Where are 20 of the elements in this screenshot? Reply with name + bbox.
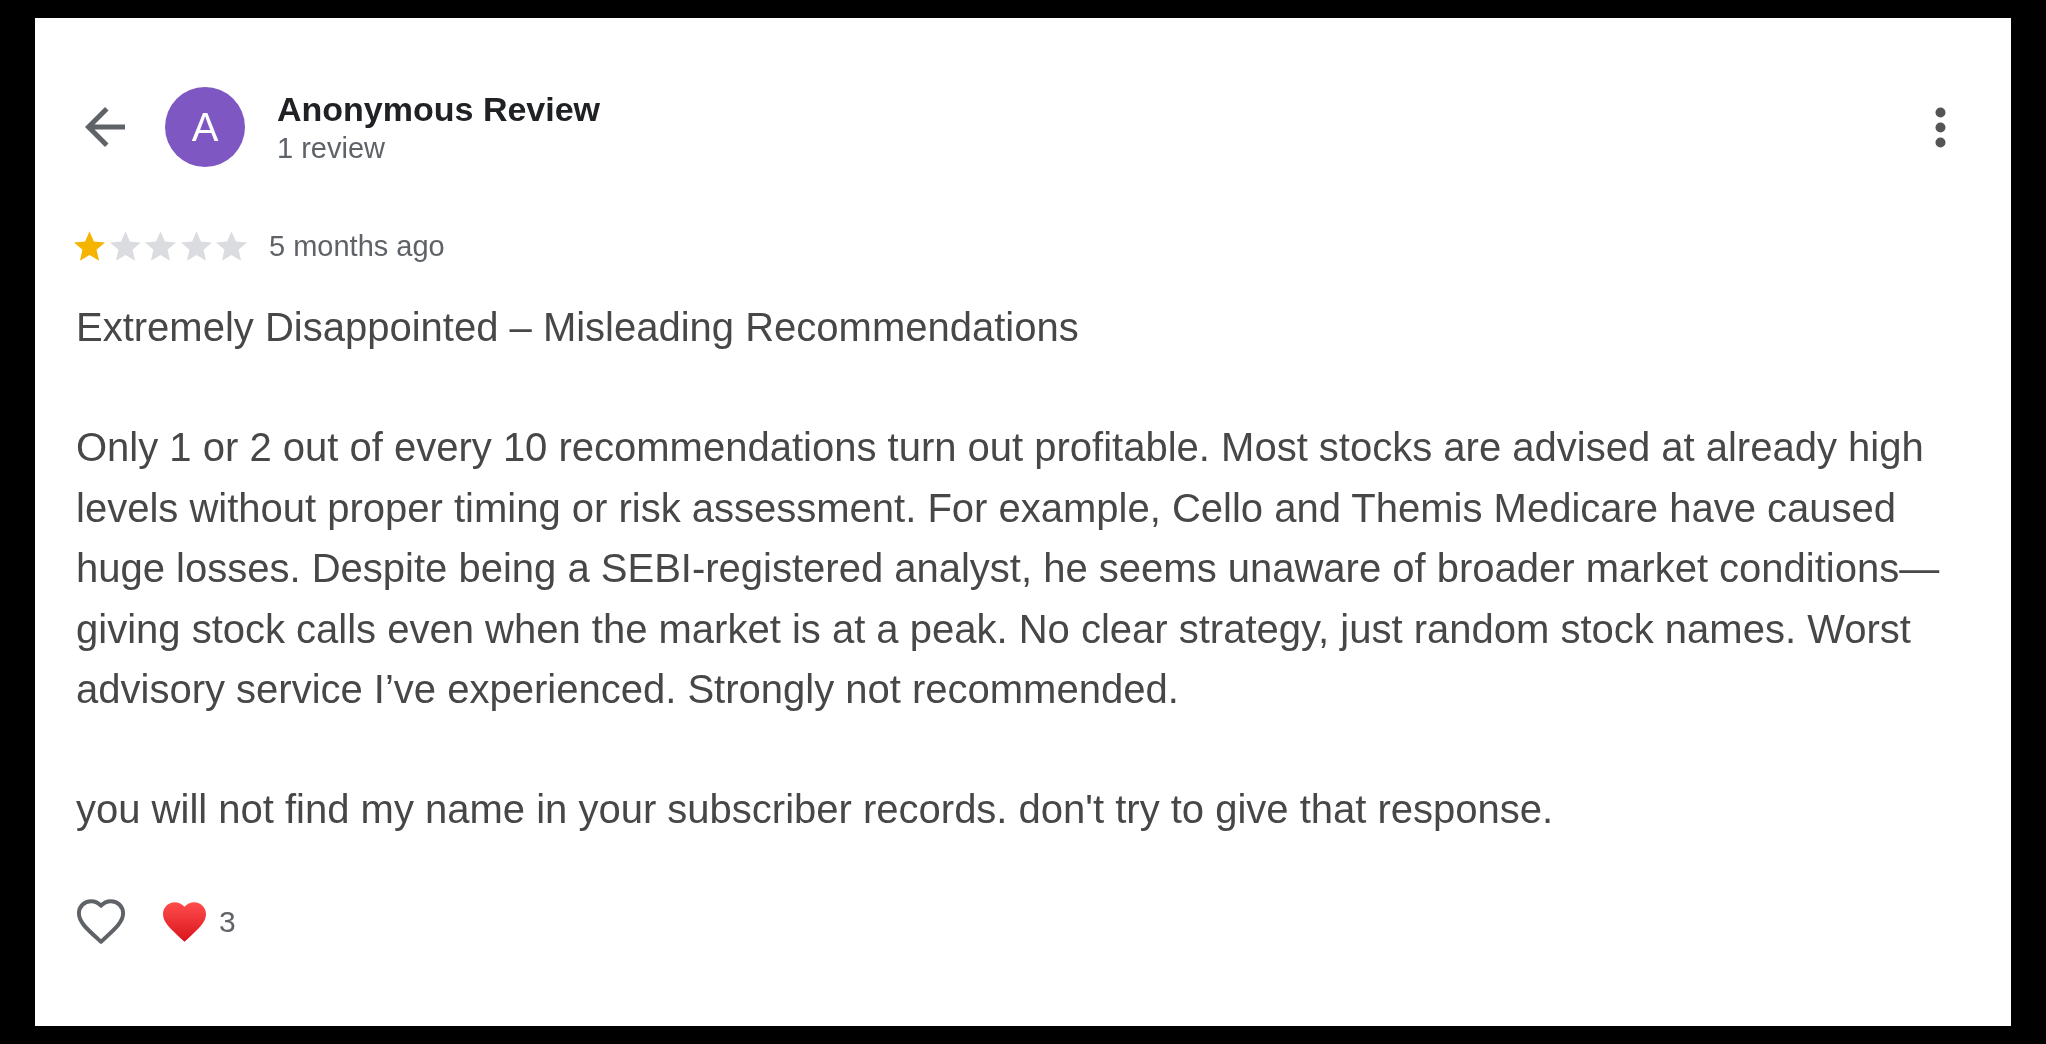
star-icon — [180, 231, 212, 261]
star-icon — [216, 231, 247, 261]
arrow-left-icon — [85, 107, 125, 147]
star-icon — [145, 231, 176, 261]
like-button[interactable] — [76, 899, 126, 945]
more-options-button[interactable] — [1935, 106, 1946, 148]
review-text: Only 1 or 2 out of every 10 recommendations turn out profitable. Most stocks are advised at already high levels without proper timing or risk assessment. For example, Cello and Themis Medicare have caused huge losses. Despite being a SEBI-registered analyst, he seems unaware of broader market conditions—giving stock calls even when the market is at a peak. No clear strategy, just random stock names. Worst advisory service I’ve experienced. Strongly not recommended. — [76, 424, 1941, 714]
star-icon — [74, 231, 105, 261]
review-text: Extremely Disappointed – Misleading Recommendations — [76, 304, 1079, 351]
back-button[interactable] — [85, 107, 125, 147]
review-text: you will not find my name in your subscriber records. don't try to give that response. — [76, 786, 1554, 834]
reaction-count: 3 — [219, 904, 236, 939]
review-count: 1 review — [277, 131, 385, 166]
heart-icon — [76, 899, 126, 945]
review-time: 5 months ago — [269, 229, 445, 263]
vertical-dots-icon — [1935, 106, 1946, 148]
avatar: A — [165, 87, 245, 167]
star-icon — [109, 231, 141, 261]
heart-icon — [163, 901, 206, 942]
reviewer-name: Anonymous Review — [277, 89, 601, 129]
